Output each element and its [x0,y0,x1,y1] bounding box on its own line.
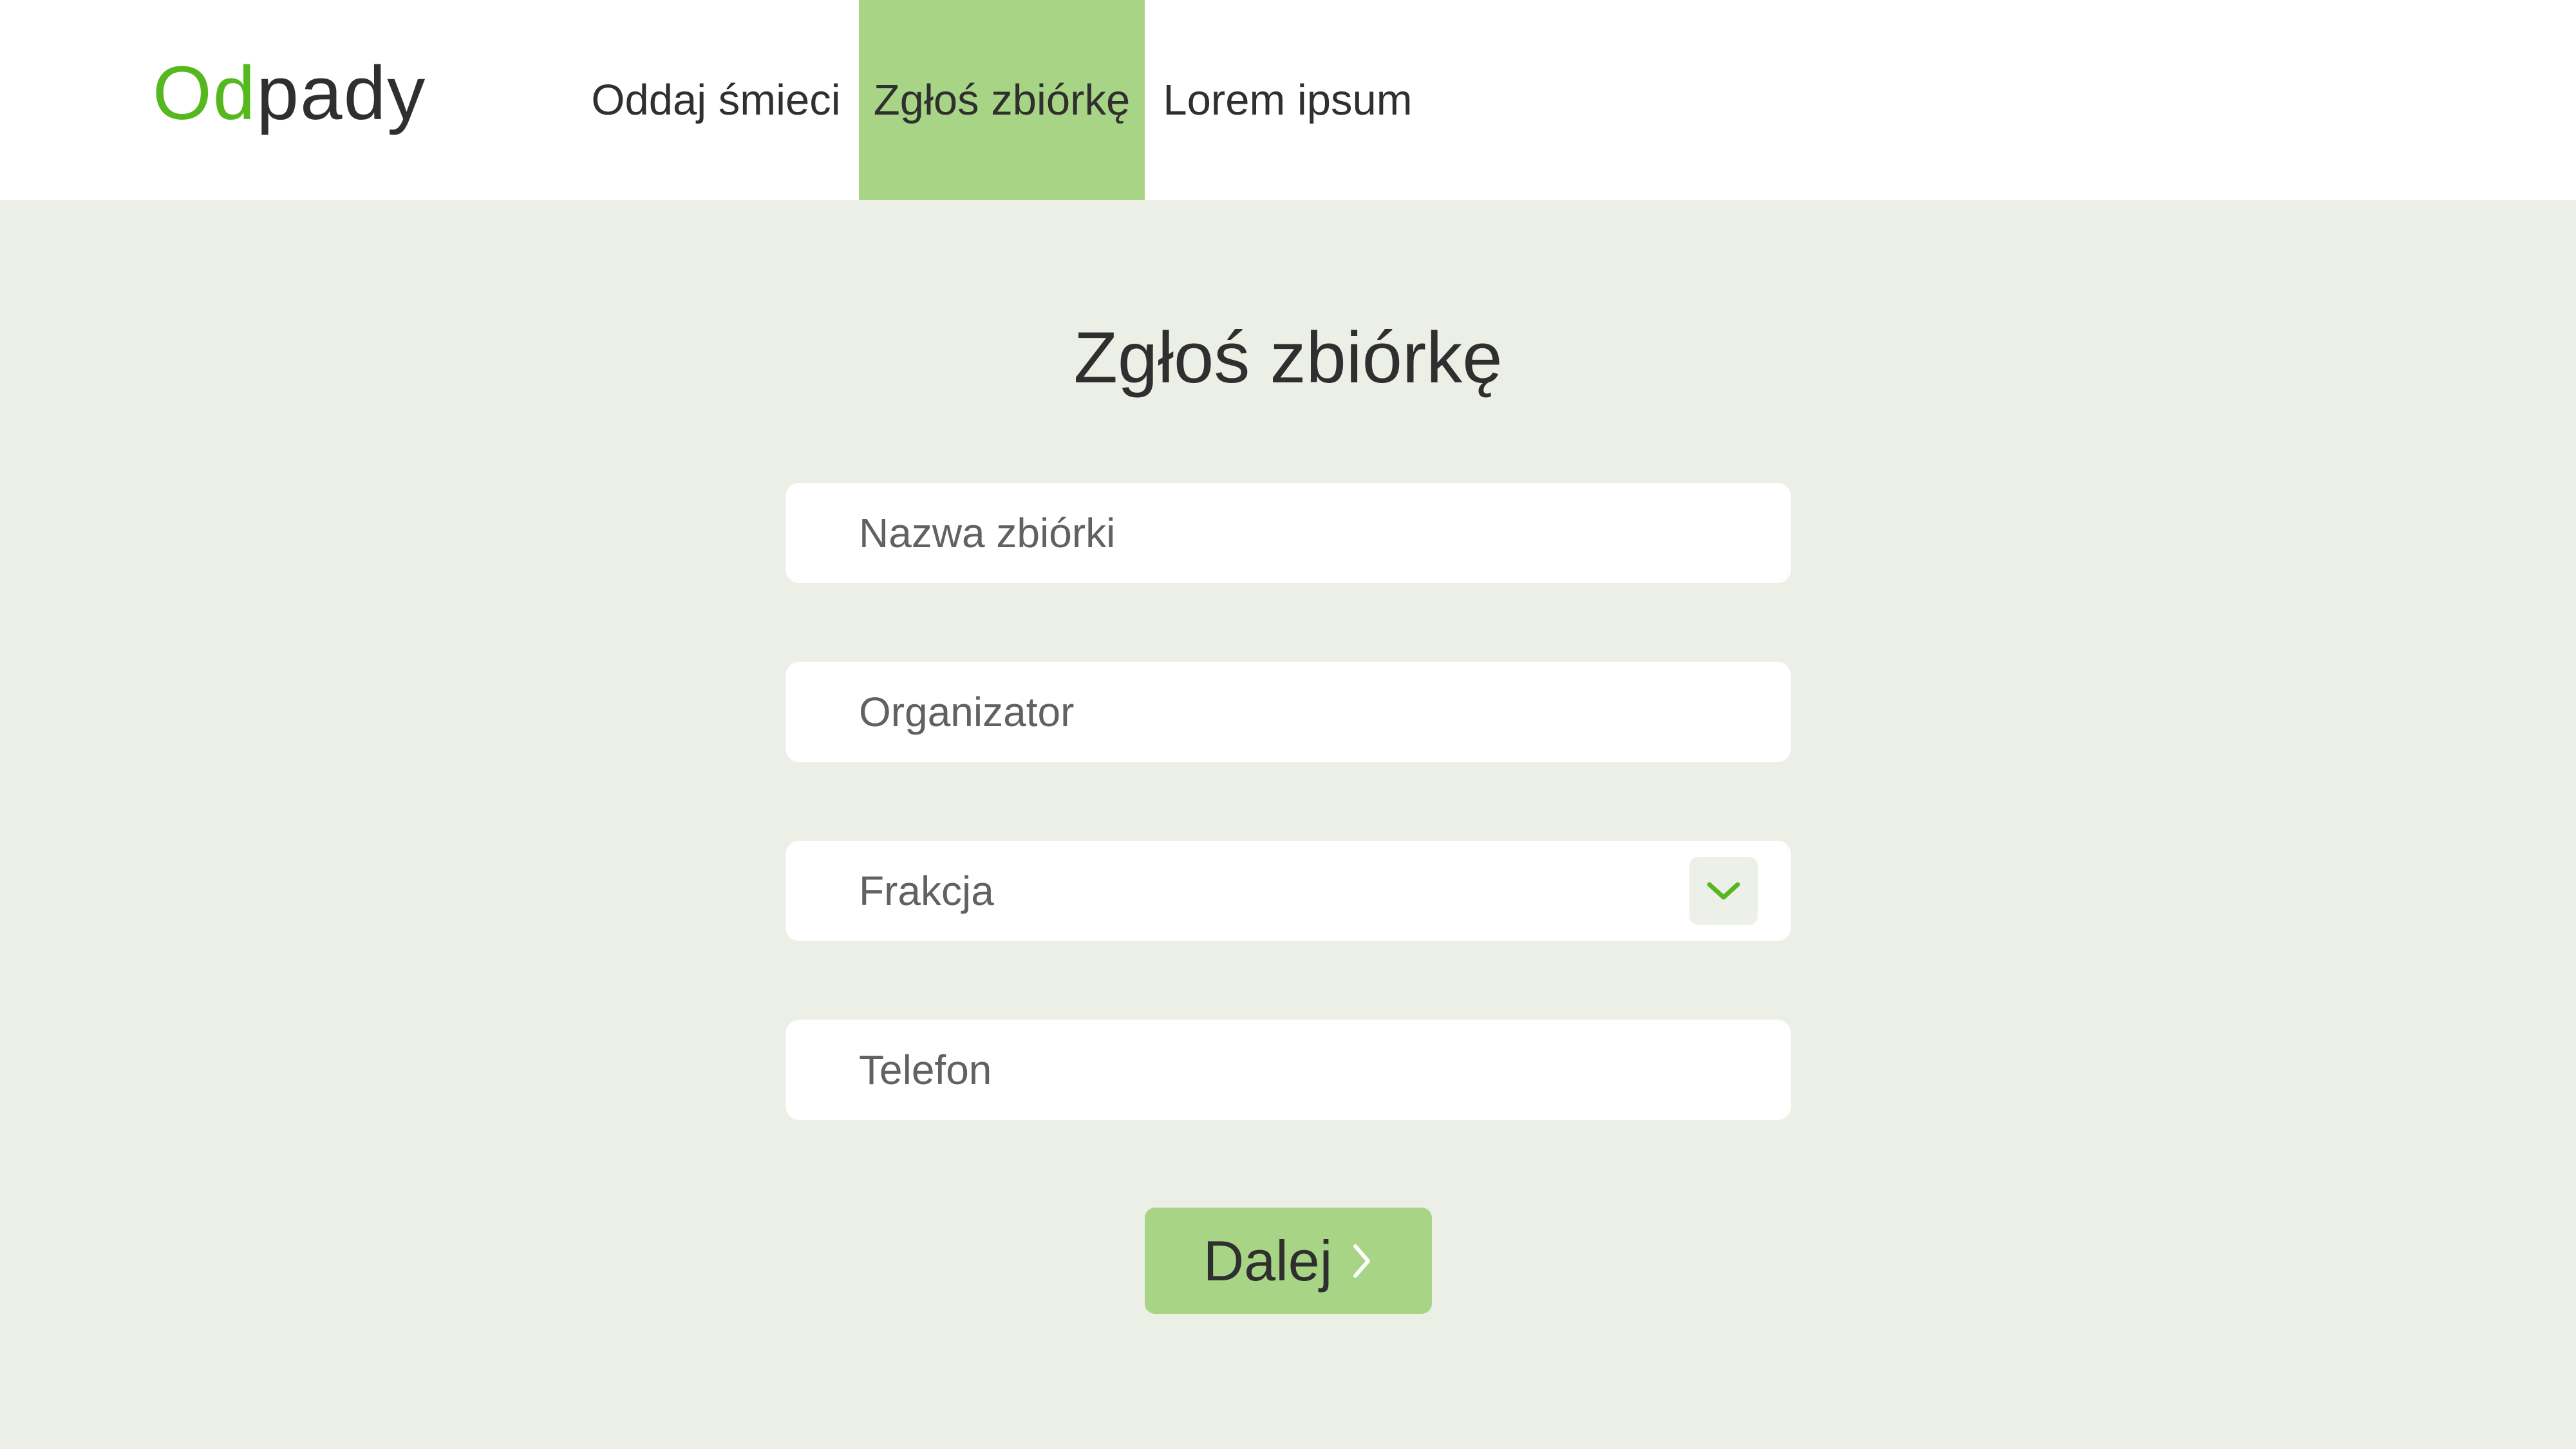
next-button-label: Dalej [1203,1228,1333,1293]
fraction-select[interactable]: Frakcja [785,841,1791,941]
phone-input[interactable] [785,1020,1791,1120]
top-header: Odpady Oddaj śmieci Zgłoś zbiórkę Lorem … [0,0,2576,200]
logo-accent-text: Od [153,51,257,136]
collection-name-field-container [785,483,1791,583]
collection-name-input[interactable] [785,483,1791,583]
chevron-right-icon [1351,1242,1373,1280]
nav-item-label: Oddaj śmieci [591,76,841,124]
page-title: Zgłoś zbiórkę [1073,317,1503,398]
nav-item-zglos-zbiorke[interactable]: Zgłoś zbiórkę [859,0,1145,200]
logo[interactable]: Odpady [153,45,426,142]
next-button[interactable]: Dalej [1145,1208,1432,1314]
organizer-field-container [785,662,1791,762]
main-content: Zgłoś zbiórkę Frakcja Dalej [0,200,2576,1449]
nav-item-label: Zgłoś zbiórkę [873,76,1131,124]
nav-item-label: Lorem ipsum [1163,76,1413,124]
fraction-select-value: Frakcja [859,868,994,914]
fraction-dropdown-button[interactable] [1689,857,1758,925]
logo-rest-text: pady [256,51,427,136]
nav-item-oddaj-smieci[interactable]: Oddaj śmieci [579,0,852,200]
organizer-input[interactable] [785,662,1791,762]
chevron-down-icon [1707,882,1740,900]
nav-item-lorem-ipsum[interactable]: Lorem ipsum [1150,0,1425,200]
phone-field-container [785,1020,1791,1120]
